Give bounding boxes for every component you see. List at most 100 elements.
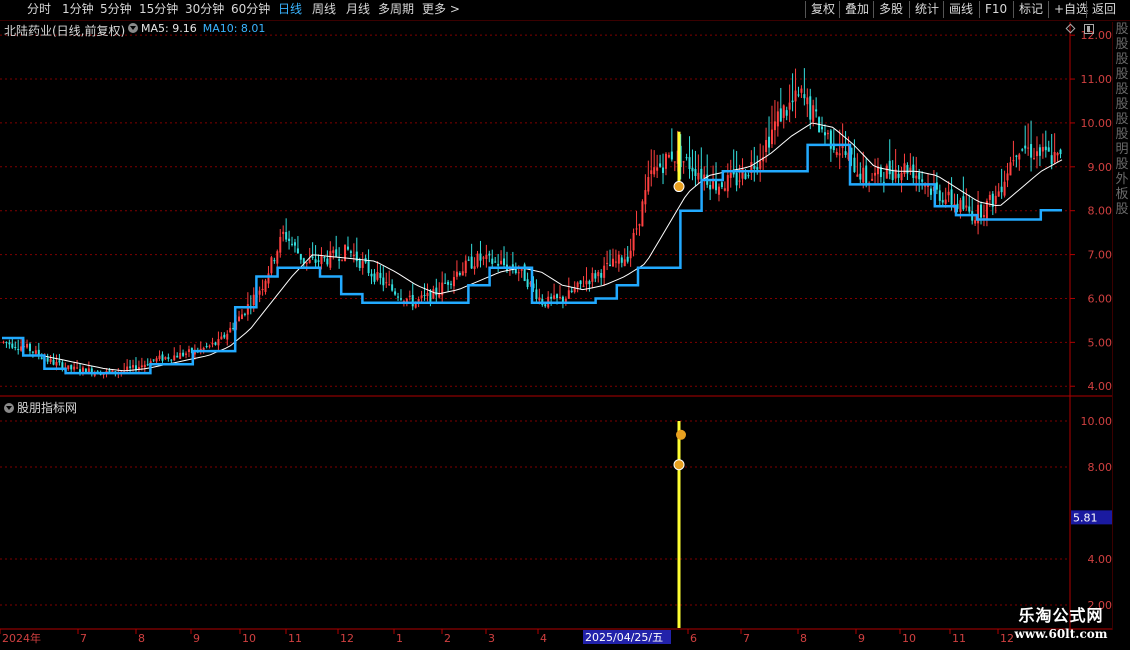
- candle-body: [473, 266, 476, 269]
- collapse-panel-icon[interactable]: [1084, 24, 1094, 34]
- candle-body: [682, 161, 685, 163]
- candle-body: [835, 151, 838, 155]
- candle-body: [246, 304, 249, 315]
- candle-body: [238, 316, 241, 322]
- y-tick-label: 11.00: [1081, 73, 1113, 86]
- y-tick-label: 5.00: [1088, 336, 1113, 349]
- candle-body: [626, 256, 629, 262]
- indicator-name: 股朋指标网: [17, 401, 78, 415]
- watermark: 乐淘公式网 www.60lt.com: [992, 606, 1130, 650]
- candle-body: [856, 174, 859, 177]
- candle-body: [871, 178, 874, 181]
- candle-body: [126, 366, 129, 371]
- candle-body: [361, 261, 364, 268]
- candle-body: [229, 327, 232, 333]
- candle-body: [773, 121, 776, 131]
- candle-body: [202, 347, 205, 350]
- candle-body: [614, 261, 617, 263]
- candle-body: [176, 355, 179, 358]
- side-strip-char: 股: [1115, 157, 1129, 172]
- y-tick-label: 6.00: [1088, 292, 1113, 305]
- dropdown-icon[interactable]: [128, 23, 138, 33]
- candle-body: [735, 172, 738, 186]
- candle-body: [935, 182, 938, 190]
- x-tick-label: 11: [288, 632, 302, 645]
- indicator-title: 股朋指标网: [4, 399, 77, 416]
- candle-body: [759, 161, 762, 169]
- candle-body: [497, 263, 500, 266]
- candle-body: [152, 359, 155, 361]
- candle-body: [853, 157, 856, 173]
- candle-body: [388, 284, 391, 286]
- candle-body: [980, 204, 983, 218]
- candle-body: [797, 94, 800, 96]
- candle-body: [962, 196, 965, 210]
- candle-body: [205, 346, 208, 348]
- candle-body: [143, 364, 146, 368]
- candle-body: [803, 94, 806, 99]
- candle-body: [31, 351, 34, 353]
- candle-body: [826, 132, 829, 135]
- x-tick-label: 10: [242, 632, 256, 645]
- candle-body: [650, 170, 653, 175]
- candle-body: [1033, 158, 1036, 160]
- candle-body: [570, 290, 573, 292]
- candle-body: [46, 357, 49, 362]
- candle-body: [685, 157, 688, 159]
- candle-body: [40, 357, 43, 360]
- candle-body: [591, 272, 594, 282]
- candle-body: [341, 259, 344, 261]
- candle-body: [164, 357, 167, 360]
- candle-body: [211, 343, 214, 345]
- candle-body: [535, 289, 538, 299]
- side-strip-char: 股: [1115, 112, 1129, 127]
- candle-body: [161, 354, 164, 361]
- x-tick-label: 4: [540, 632, 547, 645]
- candle-body: [517, 272, 520, 274]
- candle-body: [561, 296, 564, 302]
- x-tick-label: 8: [800, 632, 807, 645]
- candle-body: [965, 205, 968, 208]
- candle-body: [187, 349, 190, 352]
- candle-body: [285, 232, 288, 240]
- candle-body: [479, 253, 482, 261]
- candle-body: [385, 282, 388, 284]
- y-tick-label: 10.00: [1081, 117, 1113, 130]
- candle-body: [252, 294, 255, 306]
- candle-body: [58, 360, 61, 363]
- candle-body: [959, 200, 962, 212]
- candle-body: [697, 172, 700, 180]
- candle-body: [288, 238, 291, 242]
- candle-body: [108, 370, 111, 372]
- candle-body: [897, 173, 900, 178]
- candle-body: [1050, 155, 1053, 165]
- x-tick-label: 2025/04/25/五: [585, 631, 663, 644]
- x-tick-label: 11: [952, 632, 966, 645]
- candle-body: [794, 90, 797, 102]
- candle-body: [81, 367, 84, 372]
- candle-body: [617, 254, 620, 264]
- candle-body: [859, 173, 862, 180]
- dropdown-icon[interactable]: [4, 403, 14, 413]
- candle-body: [974, 220, 977, 224]
- candle-body: [282, 231, 285, 234]
- candle-body: [17, 348, 20, 350]
- main-chart-title: 北陆药业(日线,前复权): [4, 22, 125, 39]
- y-tick-label: 9.00: [1088, 161, 1113, 174]
- candle-body: [558, 296, 561, 298]
- candle-body: [270, 257, 273, 274]
- candle-body: [723, 188, 726, 191]
- candle-body: [988, 194, 991, 200]
- candle-body: [1009, 162, 1012, 176]
- candle-body: [55, 361, 58, 366]
- candle-body: [455, 271, 458, 277]
- candle-body: [417, 299, 420, 302]
- candle-body: [482, 257, 485, 259]
- candle-body: [862, 167, 865, 183]
- candle-body: [261, 288, 264, 291]
- candle-body: [179, 352, 182, 359]
- chart-area: 12.0011.0010.009.008.007.006.005.004.001…: [0, 22, 1113, 645]
- candle-body: [915, 175, 918, 179]
- side-info-strip[interactable]: 股股股股股股股股明股外板股: [1112, 22, 1130, 630]
- candle-body: [352, 254, 355, 257]
